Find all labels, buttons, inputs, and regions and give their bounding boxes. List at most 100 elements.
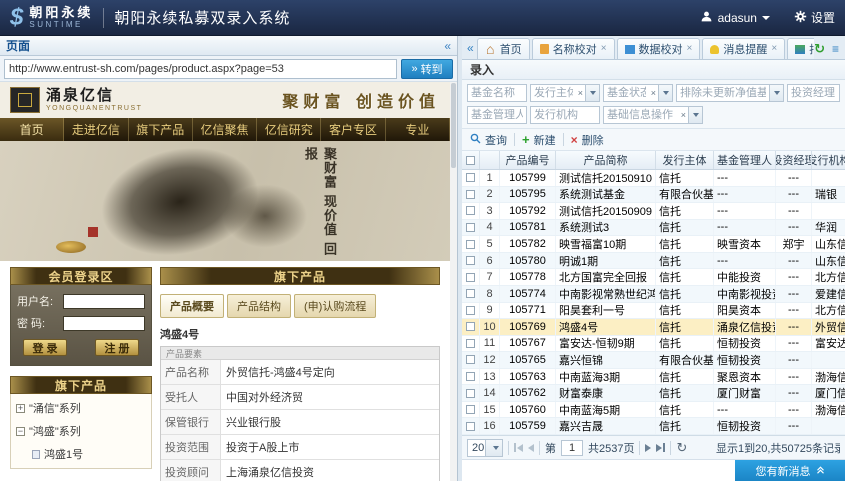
clear-icon[interactable]: × — [576, 88, 585, 98]
table-row[interactable]: 6105780明诚1期信托------山东信托 — [462, 253, 845, 270]
page-size-select[interactable]: 20 — [467, 439, 503, 457]
close-icon[interactable]: × — [601, 44, 607, 54]
register-button[interactable]: 注 册 — [95, 339, 139, 356]
chevron-down-icon[interactable] — [658, 85, 672, 101]
tab[interactable]: ⌂首页 — [477, 38, 530, 59]
table-row[interactable]: 16105759嘉兴吉晟信托恒韧投资--- — [462, 418, 845, 435]
row-checkbox[interactable] — [466, 256, 475, 265]
chevron-down-icon[interactable] — [485, 440, 503, 456]
search-button[interactable]: 查询 — [470, 132, 507, 148]
select-all-checkbox[interactable] — [466, 156, 475, 165]
base-info-input[interactable] — [604, 107, 679, 123]
row-checkbox[interactable] — [466, 322, 475, 331]
table-row[interactable]: 2105795系统测试基金有限合伙基金------瑞银 — [462, 187, 845, 204]
row-checkbox[interactable] — [466, 355, 475, 364]
user-menu[interactable]: adasun — [700, 10, 770, 26]
table-row[interactable]: 7105778北方国富完全回报信托中能投资---北方信托 — [462, 269, 845, 286]
site-nav-item[interactable]: 专业 — [386, 118, 450, 141]
site-nav-item[interactable]: 亿信聚焦 — [193, 118, 257, 141]
tab[interactable]: 名称校对× — [532, 38, 615, 59]
expand-icon[interactable]: + — [16, 404, 25, 413]
table-row[interactable]: 4105781系统测试3信托------华润 — [462, 220, 845, 237]
chevron-down-icon[interactable] — [585, 85, 599, 101]
tree-item[interactable]: +"涌信"系列 — [16, 400, 146, 416]
product-tab[interactable]: 产品结构 — [227, 294, 291, 318]
site-logo[interactable]: 涌泉亿信 YONGQUANENTRUST — [46, 88, 142, 112]
tab-menu-icon[interactable]: ≡ — [832, 43, 839, 55]
fund-manager-field[interactable] — [467, 106, 527, 124]
row-checkbox[interactable] — [466, 422, 475, 431]
inv-manager-input[interactable] — [788, 85, 839, 101]
next-page-button[interactable] — [645, 444, 651, 452]
table-row[interactable]: 3105792测试信托20150909信托------ — [462, 203, 845, 220]
table-row[interactable]: 12105765嘉兴恒锦有限合伙基金恒韧投资--- — [462, 352, 845, 369]
row-checkbox[interactable] — [466, 339, 475, 348]
table-row[interactable]: 5105782映雪福富10期信托映雪资本郑宇山东信托 — [462, 236, 845, 253]
product-tab[interactable]: (申)认购流程 — [294, 294, 376, 318]
issue-org-input[interactable] — [531, 107, 599, 123]
table-row[interactable]: 14105762财富泰康信托厦门财富---厦门信托 — [462, 385, 845, 402]
row-checkbox[interactable] — [466, 372, 475, 381]
refresh-icon[interactable]: ↻ — [676, 441, 687, 454]
fund-manager-input[interactable] — [468, 107, 526, 123]
site-nav-item[interactable]: 客户专区 — [321, 118, 385, 141]
table-row[interactable]: 1105799测试信托20150910信托------ — [462, 170, 845, 187]
issue-org-field[interactable] — [530, 106, 600, 124]
row-checkbox[interactable] — [466, 289, 475, 298]
row-checkbox[interactable] — [466, 306, 475, 315]
exclude-filter-combo[interactable] — [676, 84, 784, 102]
site-nav-item[interactable]: 亿信研究 — [257, 118, 321, 141]
status-combo[interactable]: × — [603, 84, 673, 102]
fund-name-input[interactable] — [468, 85, 526, 101]
close-icon[interactable]: × — [771, 44, 777, 54]
row-checkbox[interactable] — [466, 240, 475, 249]
site-nav-item[interactable]: 走进亿信 — [64, 118, 128, 141]
row-checkbox[interactable] — [466, 389, 475, 398]
row-checkbox[interactable] — [466, 206, 475, 215]
site-nav-item[interactable]: 首页 — [0, 118, 64, 141]
page-number-input[interactable] — [561, 440, 583, 456]
scrollbar[interactable] — [450, 82, 457, 481]
table-row[interactable]: 15105760中南蓝海5期信托------渤海信托 — [462, 402, 845, 419]
username-input[interactable] — [63, 294, 145, 309]
refresh-tabs-icon[interactable]: ↻ — [814, 42, 825, 55]
table-row[interactable]: 13105763中南蓝海3期信托聚恩资本---渤海信托 — [462, 369, 845, 386]
last-page-button[interactable] — [656, 443, 665, 452]
scrollbar-thumb[interactable] — [451, 83, 456, 168]
settings-button[interactable]: 设置 — [794, 9, 835, 26]
table-row[interactable]: 9105771阳昊套利一号信托阳昊资本---北方信托 — [462, 303, 845, 320]
login-button[interactable]: 登 录 — [23, 339, 67, 356]
collapse-panel-icon[interactable]: « — [444, 39, 451, 53]
issuer-input[interactable] — [531, 85, 576, 101]
site-nav-item[interactable]: 旗下产品 — [129, 118, 193, 141]
tab[interactable]: 消息提醒× — [702, 38, 785, 59]
go-button[interactable]: » 转到 — [401, 59, 453, 79]
base-info-combo[interactable]: × — [603, 106, 703, 124]
row-checkbox[interactable] — [466, 405, 475, 414]
product-tab[interactable]: 产品概要 — [160, 294, 224, 318]
table-row[interactable]: 8105774中南影视常熟世纪鸿城信托中南影视投资---爱建信托 — [462, 286, 845, 303]
tab-scroll-left-icon[interactable]: « — [464, 41, 477, 59]
tree-item[interactable]: 鸿盛1号 — [32, 446, 146, 462]
url-input[interactable] — [4, 59, 397, 79]
table-row[interactable]: 11105767富安达-恒韧9期信托恒韧投资---富安达 — [462, 336, 845, 353]
clear-icon[interactable]: × — [679, 110, 688, 120]
row-checkbox[interactable] — [466, 173, 475, 182]
table-row[interactable]: 10105769鸿盛4号信托涌泉亿信投资---外贸信托 — [462, 319, 845, 336]
prev-page-button[interactable] — [528, 444, 534, 452]
exclude-filter-input[interactable] — [677, 85, 769, 101]
issuer-combo[interactable]: × — [530, 84, 600, 102]
create-button[interactable]: + 新建 — [522, 132, 556, 148]
tree-item[interactable]: −"鸿盛"系列 — [16, 423, 146, 439]
close-icon[interactable]: × — [687, 44, 693, 54]
chevron-down-icon[interactable] — [688, 107, 702, 123]
fund-name-field[interactable] — [467, 84, 527, 102]
row-checkbox[interactable] — [466, 190, 475, 199]
tab[interactable]: 扣分绩效统计× — [787, 38, 814, 59]
chevron-down-icon[interactable] — [769, 85, 783, 101]
password-input[interactable] — [63, 316, 145, 331]
delete-button[interactable]: × 删除 — [571, 132, 604, 148]
tab[interactable]: 数据校对× — [617, 38, 701, 59]
new-message-button[interactable]: 您有新消息 — [735, 460, 845, 481]
row-checkbox[interactable] — [466, 273, 475, 282]
